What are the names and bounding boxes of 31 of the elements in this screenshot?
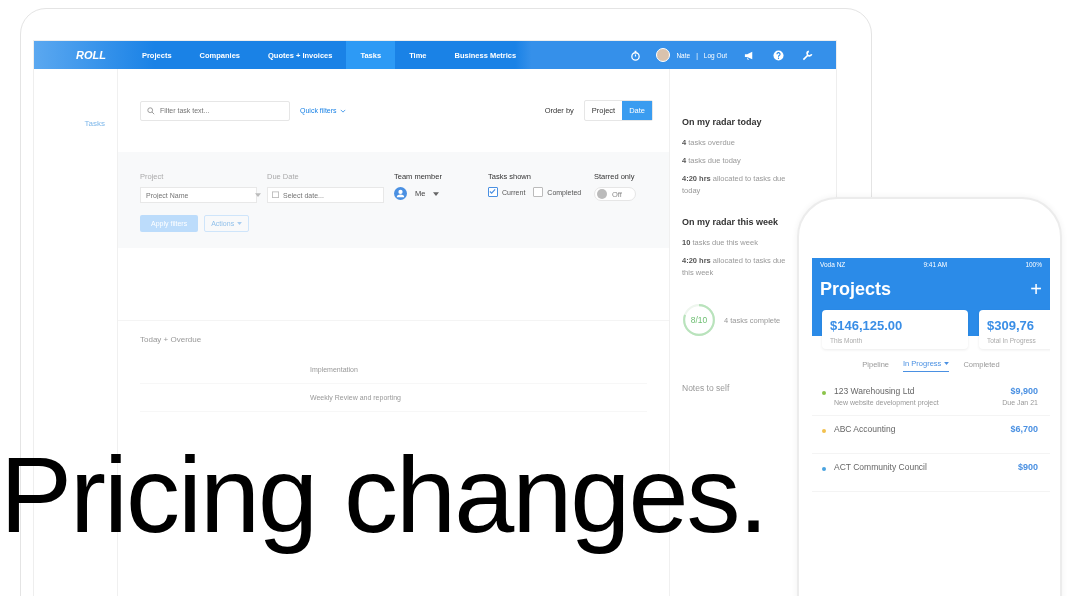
caret-icon bbox=[944, 362, 950, 365]
wrench-icon[interactable] bbox=[802, 49, 813, 61]
stopwatch-icon[interactable] bbox=[630, 49, 642, 61]
project-name[interactable]: ACT Community Council bbox=[834, 462, 1010, 472]
screen-title: Projects bbox=[820, 279, 892, 300]
section-title: On my radar today bbox=[682, 117, 763, 127]
group-title: Today + Overdue bbox=[140, 335, 203, 344]
caret-icon bbox=[255, 193, 261, 197]
project-name[interactable]: 123 Warehousing Ltd bbox=[834, 386, 995, 396]
user-icon bbox=[394, 187, 407, 200]
search-icon bbox=[147, 106, 155, 115]
checkbox[interactable] bbox=[488, 187, 498, 197]
caret-icon bbox=[339, 108, 346, 113]
section-title: On my radar this week bbox=[682, 217, 780, 227]
checkbox[interactable] bbox=[533, 187, 544, 197]
add-button[interactable]: + bbox=[1030, 278, 1042, 301]
help-icon[interactable] bbox=[773, 49, 784, 61]
caret-icon bbox=[433, 191, 440, 196]
progress-ring: 8/10 bbox=[682, 303, 716, 337]
project-amount: $6,700 bbox=[1010, 424, 1038, 434]
headline: Pricing changes. bbox=[0, 436, 767, 555]
app-logo[interactable]: ROLL bbox=[76, 49, 106, 61]
notes-title: Notes to self bbox=[682, 383, 731, 393]
project-amount: $9,900 bbox=[1010, 386, 1038, 396]
project-name[interactable]: ABC Accounting bbox=[834, 424, 1003, 434]
calendar-icon bbox=[272, 191, 279, 198]
sidebar-item[interactable]: Tasks bbox=[84, 119, 105, 128]
user-avatar bbox=[656, 48, 671, 62]
megaphone-icon[interactable] bbox=[744, 49, 755, 61]
caret-icon bbox=[237, 222, 243, 225]
project-amount: $900 bbox=[1017, 462, 1038, 472]
